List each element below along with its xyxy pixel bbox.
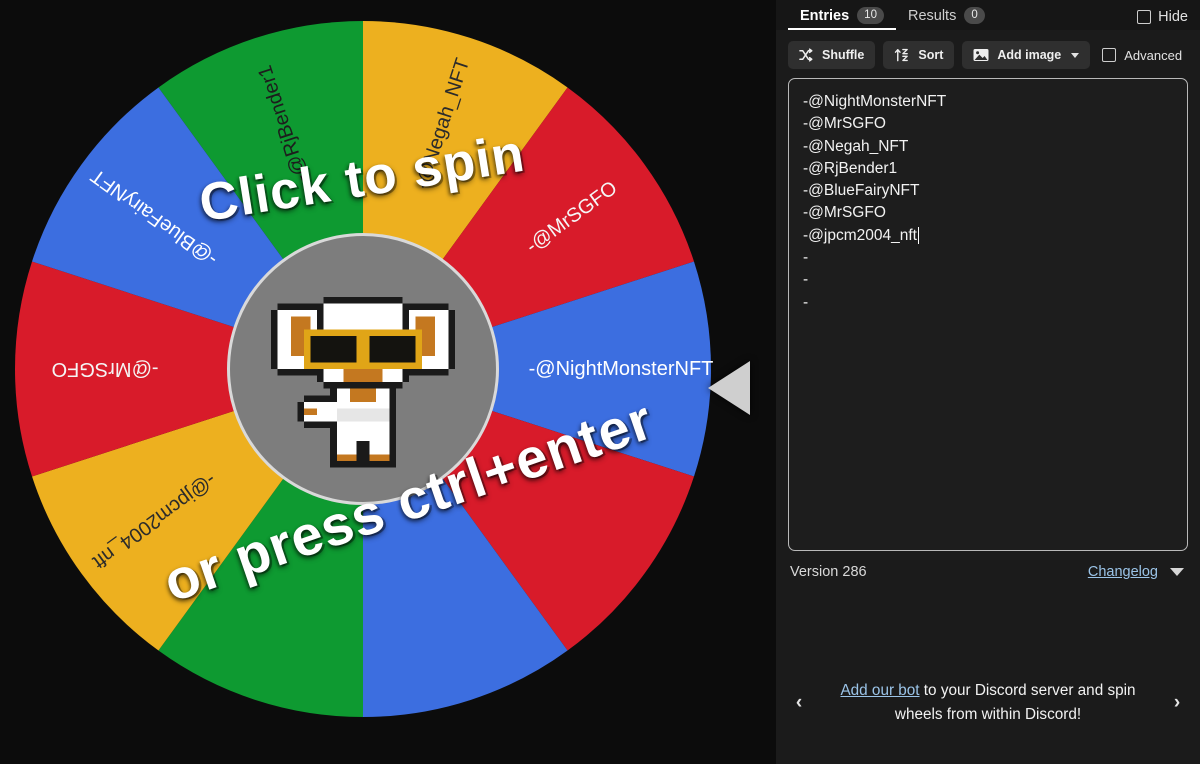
tab-results-label: Results — [907, 7, 957, 24]
entry-line: -@NightMonsterNFT — [803, 93, 947, 110]
tab-results-count: 0 — [964, 7, 985, 24]
version-label: Version 286 — [790, 564, 867, 580]
chevron-down-icon[interactable] — [1170, 568, 1184, 576]
mascot-avatar-icon — [271, 296, 455, 468]
entry-line: - — [803, 271, 809, 289]
add-image-label: Add image — [997, 48, 1062, 62]
wheel-segment-label: -@MrSGFO — [52, 358, 159, 380]
hide-label: Hide — [1158, 9, 1188, 25]
entry-line: -@jpcm2004_nft — [803, 225, 1173, 247]
sort-button[interactable]: Sort — [883, 41, 955, 69]
tab-entries[interactable]: Entries 10 — [788, 5, 896, 30]
advanced-label: Advanced — [1124, 47, 1183, 63]
entries-textarea[interactable]: -@NightMonsterNFT -@MrSGFO -@Negah_NFT -@Rj… — [788, 78, 1188, 551]
entry-line: -@BlueFairyNFT — [803, 182, 920, 200]
changelog-link[interactable]: Changelog — [1088, 564, 1158, 580]
tab-bar: Entries 10 Results 0 Hide — [776, 0, 1200, 30]
hide-checkbox-icon[interactable] — [1137, 10, 1152, 24]
add-our-bot-link[interactable]: Add our bot — [840, 682, 919, 699]
promo-rest-text: to your Discord server and spin wheels f… — [894, 682, 1136, 723]
image-icon — [973, 48, 989, 62]
shuffle-label: Shuffle — [822, 48, 865, 62]
advanced-toggle[interactable]: Advanced — [1102, 48, 1182, 63]
wheel-center-hub[interactable] — [227, 233, 499, 505]
promo-banner: ‹ Add our bot to your Discord server and… — [776, 642, 1200, 764]
shuffle-button[interactable]: Shuffle — [788, 41, 876, 69]
entry-line: -@RjBender1 — [803, 159, 898, 177]
tab-entries-label: Entries — [800, 7, 850, 24]
sort-icon — [894, 48, 910, 62]
add-image-button[interactable]: Add image — [962, 41, 1091, 69]
chevron-down-icon[interactable] — [1071, 52, 1080, 58]
wheel-pane: -@RjBender1 -@Negah_NFT -@MrSGFO -@NightMon… — [0, 0, 776, 764]
promo-prev-button[interactable]: ‹ — [782, 692, 816, 714]
side-panel: Entries 10 Results 0 Hide Shuffle Sort A… — [776, 0, 1200, 764]
entry-line: -@Negah_NFT — [803, 137, 909, 155]
version-row: Version 286 Changelog — [776, 551, 1200, 580]
spin-wheel[interactable]: -@RjBender1 -@Negah_NFT -@MrSGFO -@NightMon… — [8, 14, 750, 724]
app-root: -@RjBender1 -@Negah_NFT -@MrSGFO -@NightMon… — [0, 0, 1200, 764]
shuffle-icon — [799, 48, 814, 62]
hide-toggle[interactable]: Hide — [1137, 9, 1188, 30]
advanced-checkbox-icon[interactable] — [1102, 48, 1117, 62]
tab-entries-count: 10 — [857, 7, 884, 24]
promo-text: Add our bot to your Discord server and s… — [816, 679, 1160, 727]
entry-line: -@MrSGFO — [803, 115, 886, 133]
promo-next-button[interactable]: › — [1160, 692, 1194, 714]
sort-label: Sort — [918, 48, 944, 62]
entries-toolbar: Shuffle Sort Add image Advanced — [776, 30, 1200, 78]
tab-results[interactable]: Results 0 — [896, 5, 997, 30]
wheel-pointer-icon — [708, 361, 750, 415]
entry-line: -@MrSGFO — [803, 204, 886, 222]
entry-line: - — [803, 293, 809, 311]
wheel-segment-label: -@NightMonsterNFT — [529, 358, 714, 380]
entry-line: - — [803, 249, 809, 267]
